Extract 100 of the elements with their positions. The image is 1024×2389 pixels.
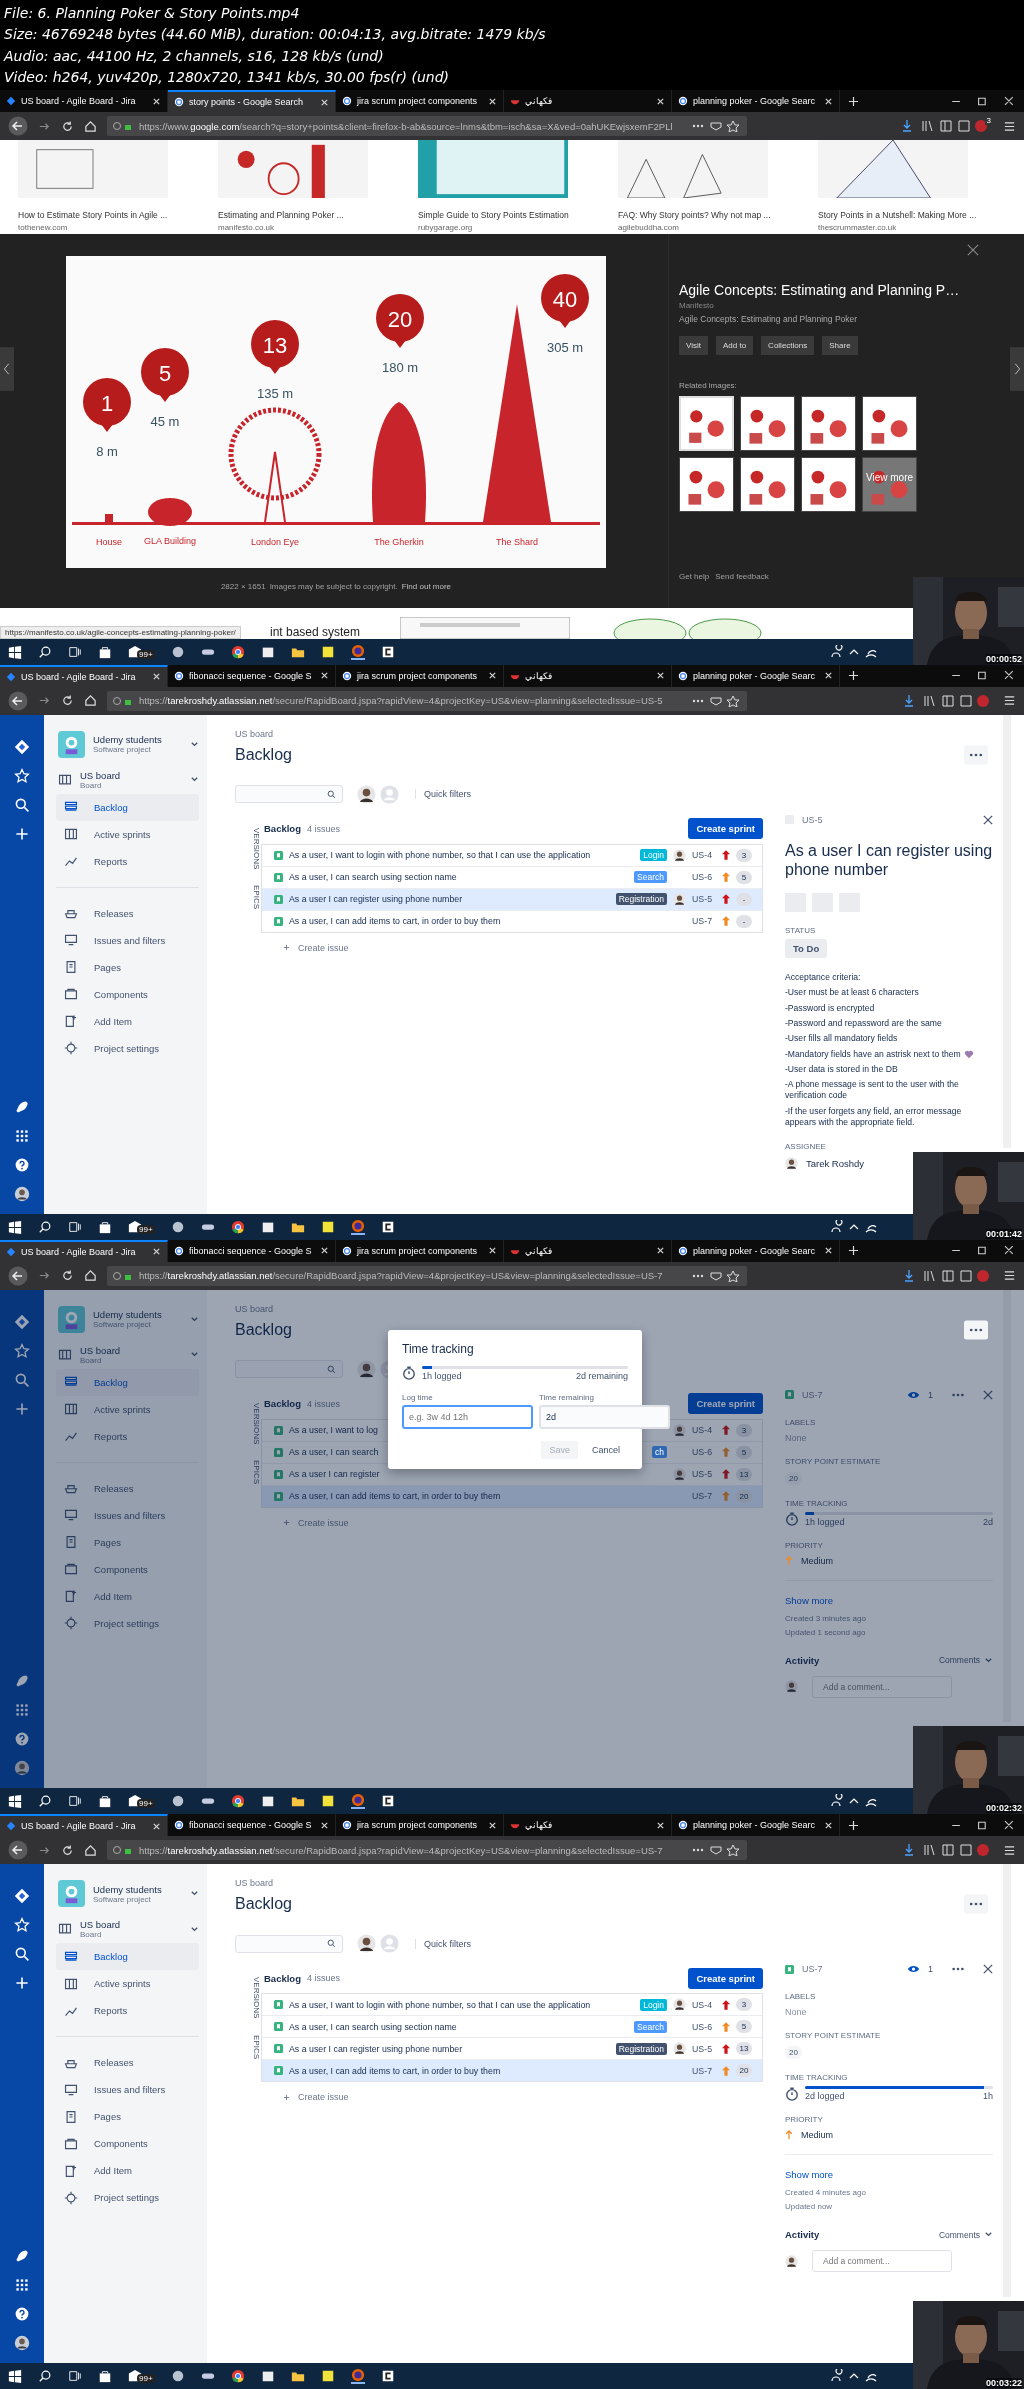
cancel-button[interactable]: Cancel xyxy=(584,1440,628,1459)
breadcrumb-link[interactable]: US board xyxy=(235,1878,763,1889)
sidebar-item[interactable]: Add Item xyxy=(56,2157,199,2185)
project-switcher[interactable]: Udemy students Software project xyxy=(56,1305,199,1333)
sidebar-item[interactable]: Issues and filters xyxy=(56,1501,199,1529)
log-time-field[interactable]: e.g. 3w 4d 12h xyxy=(402,1404,533,1429)
browser-tab[interactable]: US board - Agile Board - Jira xyxy=(0,664,168,687)
quick-filters-dropdown[interactable]: Quick filters xyxy=(415,789,471,800)
issue-key[interactable]: US-5 xyxy=(802,814,823,825)
estimate-value[interactable]: 20 xyxy=(785,1471,802,1485)
sidebar-item[interactable]: Pages xyxy=(56,1528,199,1556)
sidebar-item[interactable]: Releases xyxy=(56,899,199,927)
feedback-link[interactable]: Send feedback xyxy=(715,572,769,581)
browser-tab[interactable]: fibonacci sequence - Google S xyxy=(168,1239,336,1262)
project-switcher[interactable]: Udemy students Software project xyxy=(56,730,199,758)
address-field[interactable]: https://tarekroshdy.atlassian.net/secure/RapidBoard.jspa?rapidView=4&projectKey=US&view=planning&selectedIssue=US-7 xyxy=(107,1840,747,1861)
create-sprint-button[interactable]: Create sprint xyxy=(688,1967,763,1989)
side-panel-tab[interactable]: EPICS xyxy=(235,1459,261,1484)
browser-tab[interactable]: planning poker - Google Searc xyxy=(672,1239,840,1262)
assignee-name[interactable]: Tarek Roshdy xyxy=(806,1157,865,1169)
side-panel-tab[interactable]: VERSIONS xyxy=(235,1977,261,2019)
issue-key[interactable]: US-7 xyxy=(802,1964,823,1975)
sidebar-item[interactable]: Project settings xyxy=(56,2184,199,2212)
help-link[interactable]: Get help xyxy=(679,572,710,581)
sidebar-item[interactable]: Issues and filters xyxy=(56,926,199,954)
address-field[interactable]: https://www.google.com/search?q=story+points&client=firefox-b-ab&source=lnms&tbm=isch&sa=X&ved=0ahUKEwjsxemF2PLl xyxy=(107,116,747,136)
sidebar-item[interactable]: Reports xyxy=(56,1997,199,2025)
browser-tab[interactable]: jira scrum project components xyxy=(336,664,504,687)
sidebar-item[interactable]: Components xyxy=(56,2130,199,2158)
sidebar-item[interactable]: Active sprints xyxy=(56,1395,199,1423)
show-more-link[interactable]: Show more xyxy=(785,2169,993,2181)
sidebar-item[interactable]: Active sprints xyxy=(56,820,199,848)
comments-dropdown[interactable]: Comments xyxy=(938,2229,980,2240)
browser-tab[interactable]: story points - Google Search xyxy=(168,90,336,112)
result-caption[interactable]: How to Estimate Story Points in Agile ... xyxy=(18,210,188,220)
sidebar-item[interactable]: Project settings xyxy=(56,1034,199,1062)
issue-key[interactable]: US-7 xyxy=(692,2065,716,2076)
issue-key[interactable]: US-5 xyxy=(692,894,716,905)
create-issue-link[interactable]: Create issue xyxy=(298,942,349,953)
issue-key[interactable]: US-5 xyxy=(692,2043,716,2054)
issue-row[interactable]: As a user I can register using phone number Registration US-5 - xyxy=(262,888,762,911)
watcher-count[interactable]: 1 xyxy=(928,1964,933,1975)
side-panel-tab[interactable]: VERSIONS xyxy=(235,827,261,870)
comments-dropdown[interactable]: Comments xyxy=(938,1655,980,1665)
sidebar-item[interactable]: Reports xyxy=(56,1422,199,1450)
comment-field[interactable]: Add a comment... xyxy=(812,1675,952,1698)
action-button[interactable]: Visit xyxy=(679,336,708,355)
image-title[interactable]: Agile Concepts: Estimating and Planning P… xyxy=(679,282,979,298)
browser-tab[interactable]: فكهاني xyxy=(504,1239,672,1262)
issue-key[interactable]: US-4 xyxy=(692,1425,716,1435)
result-caption[interactable]: Story Points in a Nutshell: Making More ... xyxy=(818,210,988,220)
show-more-link[interactable]: Show more xyxy=(785,1594,993,1606)
board-switcher[interactable]: US board Board xyxy=(56,769,199,790)
estimate-value[interactable]: 20 xyxy=(785,2046,802,2060)
issue-row[interactable]: As a user, I can add items to cart, in order to buy them US-7 20 xyxy=(262,2060,762,2082)
address-field[interactable]: https://tarekroshdy.atlassian.net/secure/RapidBoard.jspa?rapidView=4&projectKey=US&view=planning&selectedIssue=US-7 xyxy=(107,1265,747,1286)
priority-value[interactable]: Medium xyxy=(801,2130,833,2141)
create-sprint-button[interactable]: Create sprint xyxy=(688,818,763,840)
browser-tab[interactable]: fibonacci sequence - Google S xyxy=(168,664,336,687)
breadcrumb-link[interactable]: US board xyxy=(235,728,763,739)
sidebar-item[interactable]: Components xyxy=(56,980,199,1008)
action-button[interactable]: Collections xyxy=(761,336,815,355)
find-out-more-link[interactable]: Find out more xyxy=(401,582,452,591)
browser-tab[interactable]: US board - Agile Board - Jira xyxy=(0,1239,168,1262)
browser-tab[interactable]: US board - Agile Board - Jira xyxy=(0,1814,168,1837)
issue-key[interactable]: US-4 xyxy=(692,1999,716,2010)
issue-key[interactable]: US-6 xyxy=(692,2021,716,2032)
side-panel-tab[interactable]: EPICS xyxy=(235,2034,261,2059)
issue-title[interactable]: As a user I can register using phone number xyxy=(785,840,993,879)
create-issue-link[interactable]: Create issue xyxy=(298,2092,349,2103)
side-panel-tab[interactable]: VERSIONS xyxy=(235,1402,261,1444)
sidebar-item[interactable]: Backlog xyxy=(56,793,199,821)
status-button[interactable]: To Do xyxy=(785,938,828,958)
sidebar-item[interactable]: Components xyxy=(56,1555,199,1583)
sidebar-item[interactable]: Pages xyxy=(56,2103,199,2131)
watcher-count[interactable]: 1 xyxy=(928,1389,933,1400)
sidebar-item[interactable]: Releases xyxy=(56,1474,199,1502)
issue-key[interactable]: US-7 xyxy=(692,1491,716,1501)
sidebar-item[interactable]: Backlog xyxy=(56,1943,199,1971)
result-caption[interactable]: Estimating and Planning Poker ... xyxy=(218,210,388,220)
sidebar-item[interactable]: Add Item xyxy=(56,1007,199,1035)
issue-key[interactable]: US-7 xyxy=(692,916,716,927)
sidebar-item[interactable]: Project settings xyxy=(56,1609,199,1637)
address-field[interactable]: https://tarekroshdy.atlassian.net/secure/RapidBoard.jspa?rapidView=4&projectKey=US&view=planning&selectedIssue=US-5 xyxy=(107,690,747,711)
project-switcher[interactable]: Udemy students Software project xyxy=(56,1880,199,1908)
quick-filters-dropdown[interactable]: Quick filters xyxy=(415,1938,471,1949)
issue-key[interactable]: US-5 xyxy=(692,1469,716,1479)
result-caption[interactable]: FAQ: Why Story points? Why not map ... xyxy=(618,210,788,220)
sidebar-item[interactable]: Add Item xyxy=(56,1582,199,1610)
sidebar-item[interactable]: Reports xyxy=(56,847,199,875)
issue-key[interactable]: US-6 xyxy=(692,1447,716,1457)
comment-field[interactable]: Add a comment... xyxy=(812,2250,952,2273)
issue-key[interactable]: US-4 xyxy=(692,850,716,861)
sidebar-item[interactable]: Issues and filters xyxy=(56,2076,199,2104)
board-switcher[interactable]: US board Board xyxy=(56,1344,199,1365)
time-remaining-field[interactable]: 2d xyxy=(539,1404,670,1429)
issue-row[interactable]: As a user, I can add items to cart, in order to buy them US-7 20 xyxy=(262,1485,762,1507)
issue-key[interactable]: US-6 xyxy=(692,872,716,883)
sidebar-item[interactable]: Releases xyxy=(56,2049,199,2077)
board-switcher[interactable]: US board Board xyxy=(56,1919,199,1940)
